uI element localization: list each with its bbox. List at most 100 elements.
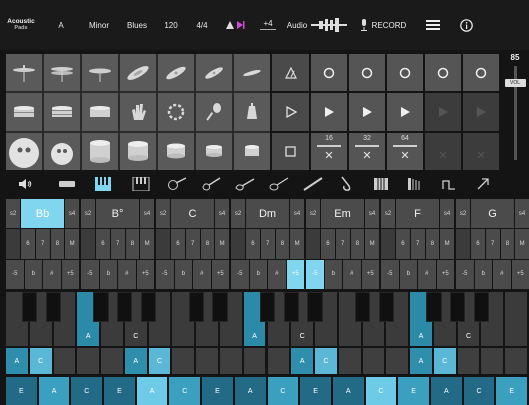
black-key[interactable]: [473, 292, 490, 322]
loop-length-3[interactable]: 64 ✕: [387, 132, 423, 170]
drum-pad-hihat[interactable]: [6, 54, 42, 92]
instrument-acoustic-guitar[interactable]: [160, 172, 194, 196]
note-cell[interactable]: A: [136, 377, 170, 405]
chord-sus2-button[interactable]: s2: [6, 199, 20, 229]
volume-slider-knob[interactable]: VOL: [504, 78, 526, 87]
chord-modifier-button[interactable]: -5: [456, 259, 474, 289]
chord-extension-button[interactable]: M: [290, 229, 304, 259]
black-key[interactable]: [141, 292, 157, 322]
chord-main-button[interactable]: G: [471, 199, 514, 229]
note-cell[interactable]: [172, 348, 197, 374]
drum-pad-tom-mid[interactable]: [158, 132, 194, 170]
drum-pad-snare-rim[interactable]: [44, 93, 80, 131]
chord-modifier-button[interactable]: -5: [381, 259, 399, 289]
loop-play-4[interactable]: [425, 93, 461, 131]
chord-sus2-button[interactable]: s2: [156, 199, 170, 229]
drum-pad-snare[interactable]: [6, 93, 42, 131]
note-cell[interactable]: A: [291, 348, 316, 374]
key-selector[interactable]: A: [42, 0, 80, 50]
loop-record-5[interactable]: [463, 54, 499, 92]
note-cell[interactable]: [53, 348, 78, 374]
note-cell[interactable]: E: [6, 377, 39, 405]
loop-record-2[interactable]: [349, 54, 385, 92]
chord-sus4-button[interactable]: s4: [290, 199, 304, 229]
instrument-saxophone[interactable]: [330, 172, 364, 196]
instrument-synth[interactable]: [432, 172, 466, 196]
menu-button[interactable]: [416, 0, 450, 50]
chord-modifier-button[interactable]: +5: [511, 259, 529, 289]
drum-pad-cowbell[interactable]: [234, 93, 270, 131]
note-cell[interactable]: C: [29, 348, 54, 374]
drum-pad-kick[interactable]: [6, 132, 42, 170]
loop-length-5[interactable]: ✕: [463, 132, 499, 170]
chord-main-button[interactable]: B°: [96, 199, 139, 229]
style-selector[interactable]: Blues: [118, 0, 156, 50]
chord-sus4-button[interactable]: s4: [365, 199, 379, 229]
chord-modifier-button[interactable]: #: [43, 259, 61, 289]
chord-modifier-button[interactable]: #: [118, 259, 136, 289]
chord-extension-button[interactable]: 6: [471, 229, 485, 259]
chord-modifier-button[interactable]: b: [474, 259, 492, 289]
chord-modifier-button[interactable]: b: [399, 259, 417, 289]
note-cell[interactable]: C: [365, 377, 399, 405]
chord-sus2-button[interactable]: s2: [231, 199, 245, 229]
chord-extension-button[interactable]: M: [140, 229, 154, 259]
note-cell[interactable]: [481, 348, 506, 374]
info-button[interactable]: [450, 0, 483, 50]
drum-pad-kick-2[interactable]: [44, 132, 80, 170]
chord-extension-button[interactable]: 6: [96, 229, 110, 259]
note-cell[interactable]: A: [124, 348, 149, 374]
instrument-violin[interactable]: [262, 172, 296, 196]
note-cell[interactable]: C: [169, 377, 203, 405]
note-cell[interactable]: A: [38, 377, 72, 405]
loop-length-2[interactable]: 32 ✕: [349, 132, 385, 170]
note-cell[interactable]: E: [202, 377, 235, 405]
chord-main-button[interactable]: Dm: [246, 199, 289, 229]
chord-modifier-button[interactable]: #: [268, 259, 286, 289]
chord-sus2-button[interactable]: s2: [81, 199, 95, 229]
chord-modifier-button[interactable]: b: [174, 259, 192, 289]
chord-modifier-button[interactable]: +5: [361, 259, 379, 289]
chord-extension-button[interactable]: 7: [485, 229, 500, 259]
chord-extension-button[interactable]: 7: [410, 229, 425, 259]
note-cell[interactable]: [196, 348, 220, 374]
chord-modifier-button[interactable]: -5: [6, 259, 24, 289]
drum-pad-tom-low[interactable]: [120, 132, 156, 170]
loop-play-1[interactable]: [311, 93, 347, 131]
drum-pad-hand-clap[interactable]: [120, 93, 156, 131]
chord-sus4-button[interactable]: s4: [440, 199, 454, 229]
play-all-button[interactable]: [272, 93, 309, 131]
black-key[interactable]: [450, 292, 466, 322]
chord-extension-button[interactable]: M: [365, 229, 379, 259]
instrument-harp[interactable]: [398, 172, 432, 196]
chord-extension-button[interactable]: 8: [200, 229, 215, 259]
note-cell[interactable]: C: [267, 377, 301, 405]
drum-pad-bell[interactable]: [234, 54, 270, 92]
chord-modifier-button[interactable]: #: [343, 259, 361, 289]
note-cell[interactable]: [101, 348, 125, 374]
loop-record-1[interactable]: [311, 54, 347, 92]
drum-pad-bongo[interactable]: [234, 132, 270, 170]
chord-extension-button[interactable]: M: [65, 229, 79, 259]
note-cell[interactable]: [77, 348, 102, 374]
black-key[interactable]: [259, 292, 276, 322]
chord-main-button[interactable]: Bb: [21, 199, 64, 229]
drum-pad-ride[interactable]: [120, 54, 156, 92]
note-cell[interactable]: C: [148, 348, 173, 374]
white-key[interactable]: [505, 292, 529, 346]
speaker-button[interactable]: [0, 172, 50, 196]
time-signature-selector[interactable]: 4/4: [186, 0, 218, 50]
instrument-pads[interactable]: [50, 172, 84, 196]
instrument-accordion[interactable]: [364, 172, 398, 196]
record-button[interactable]: RECORD: [350, 0, 416, 50]
note-cell[interactable]: E: [496, 377, 529, 405]
loop-play-5[interactable]: [463, 93, 499, 131]
chord-modifier-button[interactable]: b: [24, 259, 42, 289]
note-cell[interactable]: A: [410, 348, 434, 374]
black-key[interactable]: [212, 292, 228, 322]
chord-extension-button[interactable]: 8: [50, 229, 65, 259]
metronome-button[interactable]: [218, 0, 252, 50]
chord-extension-button[interactable]: 8: [350, 229, 365, 259]
note-cell[interactable]: [505, 348, 529, 374]
chord-main-button[interactable]: C: [171, 199, 214, 229]
